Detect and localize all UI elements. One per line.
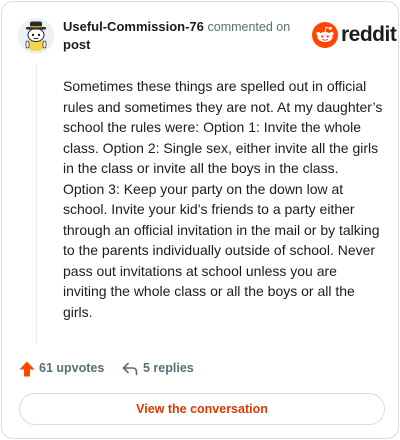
comment-header: Useful-Commission-76 commented on post r… xyxy=(18,16,397,56)
comment-stats: 61 upvotes 5 replies xyxy=(18,357,278,381)
comment-meta: Useful-Commission-76 commented on post xyxy=(63,18,313,54)
reply-arrow-icon[interactable] xyxy=(121,360,139,378)
reddit-snoo-icon xyxy=(312,22,338,48)
upvote-arrow-icon[interactable] xyxy=(18,360,36,378)
username-link[interactable]: Useful-Commission-76 xyxy=(63,19,204,34)
thread-line xyxy=(36,64,37,344)
view-conversation-button[interactable]: View the conversation xyxy=(19,393,385,425)
reply-count[interactable]: 5 replies xyxy=(143,361,194,375)
post-link[interactable]: post xyxy=(63,36,313,54)
reddit-wordmark: reddit xyxy=(341,23,397,46)
reddit-logo[interactable]: reddit xyxy=(312,20,397,50)
commented-on-text: commented on xyxy=(207,20,291,34)
avatar-snoo-icon xyxy=(18,18,54,54)
upvote-count: 61 upvotes xyxy=(39,361,105,375)
comment-body: Sometimes these things are spelled out i… xyxy=(63,78,383,320)
comment-card: Useful-Commission-76 commented on post r… xyxy=(1,1,399,439)
user-avatar[interactable] xyxy=(18,18,54,54)
